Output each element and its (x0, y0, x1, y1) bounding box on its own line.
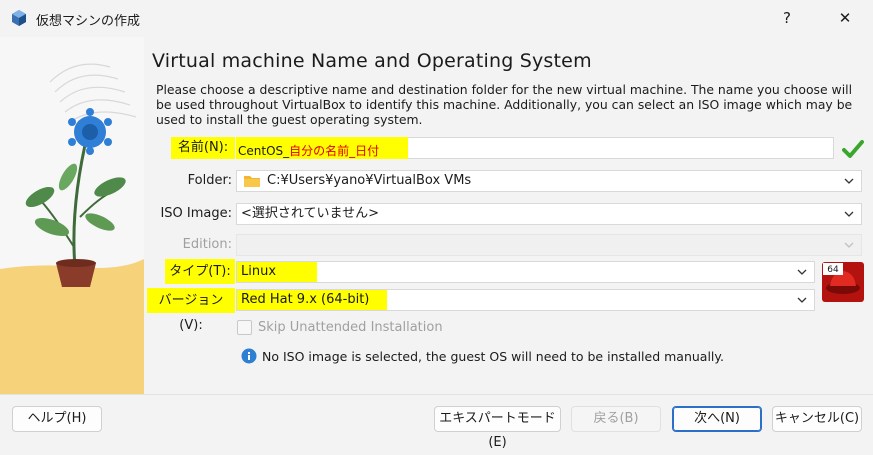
version-select[interactable]: Red Hat 9.x (64-bit) (236, 289, 815, 311)
os-bitness-badge: 64 (827, 265, 839, 275)
help-button[interactable]: ヘルプ(H) (12, 406, 102, 432)
chevron-down-icon (797, 269, 807, 275)
plant-illustration (0, 37, 144, 394)
chevron-down-icon (844, 178, 854, 184)
back-button[interactable]: 戻る(B) (571, 406, 661, 432)
page-heading: Virtual machine Name and Operating Syste… (152, 50, 592, 72)
edition-select (236, 234, 862, 256)
folder-value: C:¥Users¥yano¥VirtualBox VMs (267, 173, 472, 188)
chevron-down-icon (844, 211, 854, 217)
window-help-button[interactable]: ? (764, 0, 810, 36)
next-button[interactable]: 次へ(N) (672, 406, 762, 432)
folder-label: Folder: (187, 173, 232, 188)
virtualbox-app-icon (12, 10, 26, 26)
window-title: 仮想マシンの作成 (36, 14, 141, 29)
skip-unattended-checkbox[interactable] (237, 320, 252, 335)
wizard-illustration (0, 37, 144, 394)
page-description: Please choose a descriptive name and des… (156, 82, 853, 127)
chevron-down-icon (797, 297, 807, 303)
edition-label: Edition: (182, 237, 232, 252)
footer-separator (0, 394, 873, 395)
name-label: 名前(N): (171, 137, 235, 159)
expert-mode-button[interactable]: エキスパートモード(E) (434, 406, 561, 450)
version-value: Red Hat 9.x (64-bit) (241, 292, 370, 307)
redhat-os-icon: 64 (822, 262, 864, 302)
info-icon (241, 348, 257, 364)
window-close-button[interactable]: ✕ (822, 0, 868, 36)
title-bar: 仮想マシンの作成 ? ✕ (0, 0, 873, 36)
valid-check-icon (842, 140, 864, 158)
version-label: バージョン(V): (147, 288, 235, 333)
info-message: No ISO image is selected, the guest OS w… (262, 349, 724, 364)
folder-select[interactable]: C:¥Users¥yano¥VirtualBox VMs (236, 170, 862, 192)
chevron-down-icon (844, 242, 854, 248)
iso-label: ISO Image: (160, 206, 232, 221)
skip-unattended-label: Skip Unattended Installation (258, 320, 443, 335)
iso-value: <選択されていません> (241, 206, 380, 221)
cancel-button[interactable]: キャンセル(C) (772, 406, 862, 432)
name-input-value: CentOS_自分の名前_日付 (238, 144, 380, 158)
type-value: Linux (241, 264, 277, 279)
iso-select[interactable]: <選択されていません> (236, 203, 862, 225)
folder-icon (244, 176, 260, 187)
type-label: タイプ(T): (165, 259, 235, 284)
type-select[interactable]: Linux (236, 261, 815, 283)
